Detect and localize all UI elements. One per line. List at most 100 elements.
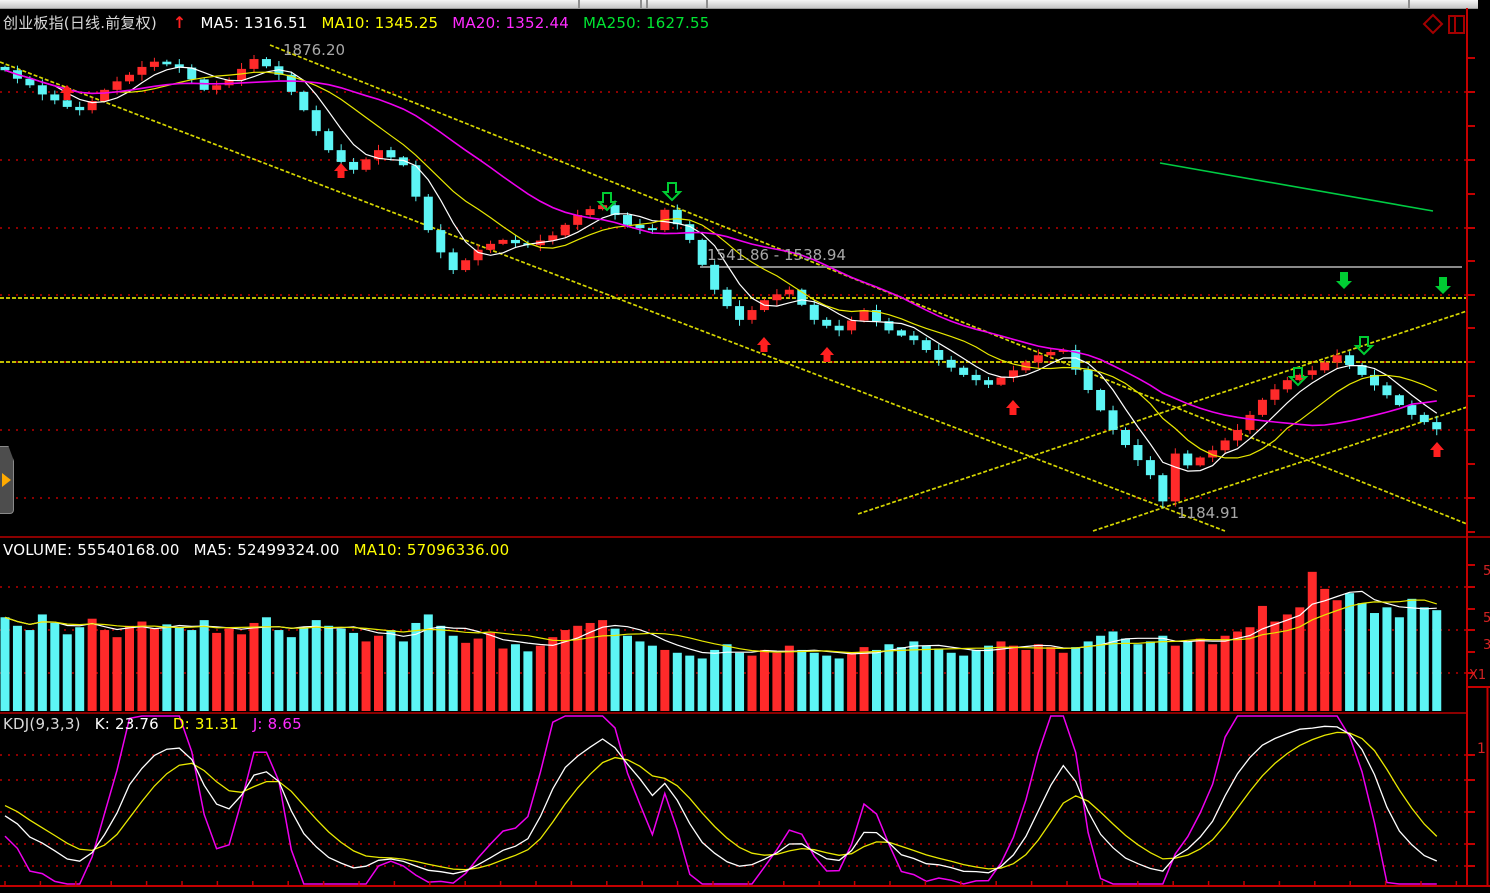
volume-bar — [212, 632, 222, 711]
volume-bar — [959, 655, 969, 711]
volume-bar — [1357, 603, 1367, 711]
trendline — [0, 61, 1226, 532]
candle — [971, 374, 981, 381]
stock-chart-app: 创业板指(日线.前复权) ↑ MA5: 1316.51 MA10: 1345.25 MA… — [0, 0, 1490, 893]
volume-bar — [386, 630, 396, 711]
volume-bar — [647, 645, 657, 711]
volume-bar — [261, 617, 271, 711]
candle — [647, 228, 657, 231]
volume-bar — [635, 641, 645, 711]
candle — [1083, 369, 1093, 390]
volume-ma10-value: MA10: 57096336.00 — [353, 541, 510, 559]
volume-bar — [697, 658, 707, 711]
volume-bar — [822, 655, 832, 711]
diamond-tool-icon[interactable] — [1422, 13, 1444, 35]
candle — [1158, 475, 1168, 502]
candle — [1345, 355, 1355, 366]
split-window-icon[interactable] — [1448, 15, 1465, 34]
volume-bar — [224, 628, 234, 711]
ma250-value: MA250: 1627.55 — [582, 14, 710, 32]
ma10-value: MA10: 1345.25 — [321, 14, 439, 32]
volume-bar — [896, 647, 906, 711]
candle — [423, 196, 433, 231]
candle — [809, 304, 819, 320]
candle — [722, 289, 732, 307]
volume-bar — [1096, 635, 1106, 711]
volume-bar — [1158, 635, 1168, 711]
candle — [75, 106, 85, 111]
ma10-line — [4, 69, 1438, 459]
volume-bar — [847, 652, 857, 711]
sell-arrow-icon — [1435, 277, 1451, 294]
peak-price-label: 1876.20 — [283, 41, 346, 59]
volume-bar — [523, 651, 533, 711]
candle — [697, 239, 707, 265]
volume-bar — [1282, 614, 1292, 711]
volume-bar — [1370, 613, 1379, 711]
candle — [1195, 457, 1205, 466]
candle — [249, 59, 259, 69]
volume-bar — [486, 632, 496, 711]
volume-bar — [710, 649, 720, 711]
candle — [361, 159, 371, 170]
volume-bar — [510, 644, 520, 711]
candle — [299, 91, 309, 111]
kdj-label: KDJ(9,3,3) — [3, 715, 81, 733]
candle — [324, 131, 334, 151]
volume-bar — [1046, 647, 1056, 711]
kdj-axis-label: 1 — [1477, 741, 1486, 757]
volume-bar — [984, 645, 994, 711]
volume-bar — [610, 628, 620, 711]
candle — [623, 215, 632, 225]
volume-bar — [859, 647, 869, 711]
candle — [50, 94, 60, 101]
kdj-j-line — [4, 715, 1437, 885]
candle — [834, 325, 844, 331]
volume-bar — [1208, 644, 1218, 711]
volume-bar — [1220, 635, 1230, 711]
candle — [1220, 440, 1230, 451]
ma5-value: MA5: 1316.51 — [200, 14, 308, 32]
candle — [1233, 429, 1243, 441]
volume-header: VOLUME: 55540168.00 MA5: 52499324.00 MA10:… — [3, 541, 523, 559]
volume-bar — [1083, 641, 1093, 711]
candle — [199, 79, 209, 90]
volume-bar — [1307, 571, 1317, 711]
candle — [510, 239, 520, 244]
candle — [1183, 453, 1193, 466]
candle — [772, 294, 782, 301]
sell-arrow-icon — [1336, 272, 1352, 289]
volume-bar — [1058, 652, 1068, 711]
sidebar-expand-handle[interactable] — [0, 446, 14, 514]
candle — [149, 61, 159, 67]
candle — [1257, 399, 1267, 415]
candle — [1133, 445, 1143, 461]
up-arrow-icon: ↑ — [172, 13, 187, 32]
volume-bar — [137, 621, 147, 711]
volume-bar — [1033, 644, 1043, 711]
volume-bar — [971, 649, 981, 711]
candle — [498, 239, 508, 244]
candle — [112, 81, 122, 90]
volume-bar — [174, 627, 184, 711]
volume-bar — [100, 630, 110, 711]
ma250-line — [1159, 162, 1434, 212]
candle — [921, 340, 931, 351]
volume-bar — [336, 628, 346, 711]
main-chart-header: 创业板指(日线.前复权) ↑ MA5: 1316.51 MA10: 1345.25 MA… — [3, 12, 723, 33]
volume-bar — [1170, 645, 1180, 711]
sell-arrow-hollow-icon — [661, 182, 683, 202]
volume-bar — [1133, 644, 1143, 711]
candle — [37, 85, 47, 95]
volume-bar — [87, 618, 97, 711]
candle — [859, 310, 869, 321]
candle — [349, 161, 359, 170]
volume-bar — [398, 641, 408, 711]
candle — [448, 252, 458, 271]
chart-canvas[interactable] — [0, 0, 1490, 893]
candle — [1432, 422, 1442, 430]
volume-bar — [809, 652, 819, 711]
volume-bar — [498, 648, 508, 711]
volume-bar — [1345, 593, 1355, 711]
candle — [847, 320, 857, 331]
